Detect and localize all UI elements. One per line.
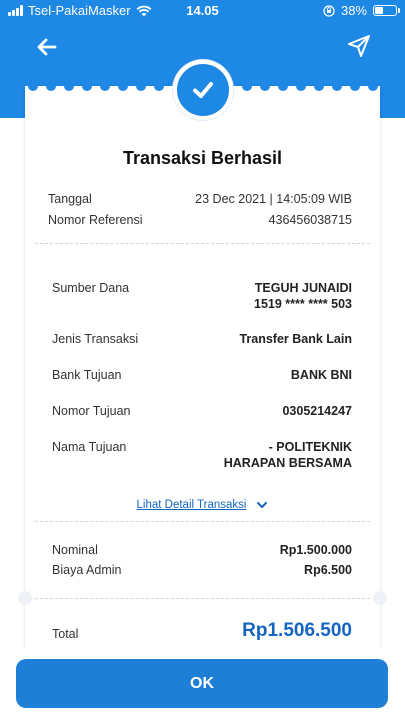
transaction-type-value: Transfer Bank Lain: [239, 332, 352, 346]
divider: [35, 521, 370, 522]
destination-bank-label: Bank Tujuan: [52, 368, 122, 382]
reference-value: 436456038715: [268, 213, 352, 227]
receipt-notch-left: [18, 591, 32, 605]
nominal-label: Nominal: [52, 543, 98, 557]
destination-name-label: Nama Tujuan: [52, 440, 127, 454]
orientation-lock-icon: [323, 4, 335, 17]
destination-number-label: Nomor Tujuan: [52, 404, 131, 418]
admin-fee-value: Rp6.500: [304, 563, 352, 577]
battery-icon: [373, 5, 400, 16]
view-detail-label[interactable]: Lihat Detail Transaksi: [137, 499, 247, 511]
source-fund-value: TEGUH JUNAIDI 1519 **** **** 503: [254, 280, 352, 312]
status-bar: Tsel-PakaiMasker 14.05 38%: [0, 0, 405, 22]
admin-fee-label: Biaya Admin: [52, 563, 122, 577]
receipt-notch-right: [373, 591, 387, 605]
transaction-type-label: Jenis Transaksi: [52, 332, 139, 346]
date-value: 23 Dec 2021 | 14:05:09 WIB: [195, 192, 352, 206]
send-icon[interactable]: [345, 32, 373, 60]
success-badge: [173, 60, 233, 120]
battery-percent: 38%: [340, 3, 367, 18]
source-account-number: 1519 **** **** 503: [254, 297, 352, 311]
total-label: Total: [52, 627, 79, 641]
destination-name-line2: HARAPAN BERSAMA: [223, 456, 352, 470]
page-title: Transaksi Berhasil: [122, 148, 283, 168]
destination-name-value: - POLITEKNIK HARAPAN BERSAMA: [224, 439, 352, 471]
destination-number-value: 0305214247: [282, 404, 352, 418]
total-value: Rp1.506.500: [242, 620, 352, 641]
divider: [35, 243, 370, 244]
view-transaction-detail-link[interactable]: Lihat Detail Transaksi: [25, 499, 380, 511]
ok-button[interactable]: OK: [16, 659, 388, 708]
source-fund-label: Sumber Dana: [52, 281, 130, 295]
divider: [35, 598, 370, 599]
destination-name-line1: - POLITEKNIK: [268, 440, 352, 454]
reference-label: Nomor Referensi: [48, 213, 143, 227]
source-account-name: TEGUH JUNAIDI: [254, 281, 352, 295]
date-label: Tanggal: [48, 192, 92, 206]
check-icon: [193, 82, 213, 98]
destination-bank-value: BANK BNI: [290, 368, 352, 382]
arrow-left-icon[interactable]: [34, 34, 60, 60]
nominal-value: Rp1.500.000: [279, 543, 352, 557]
chevron-down-icon[interactable]: [256, 501, 268, 509]
